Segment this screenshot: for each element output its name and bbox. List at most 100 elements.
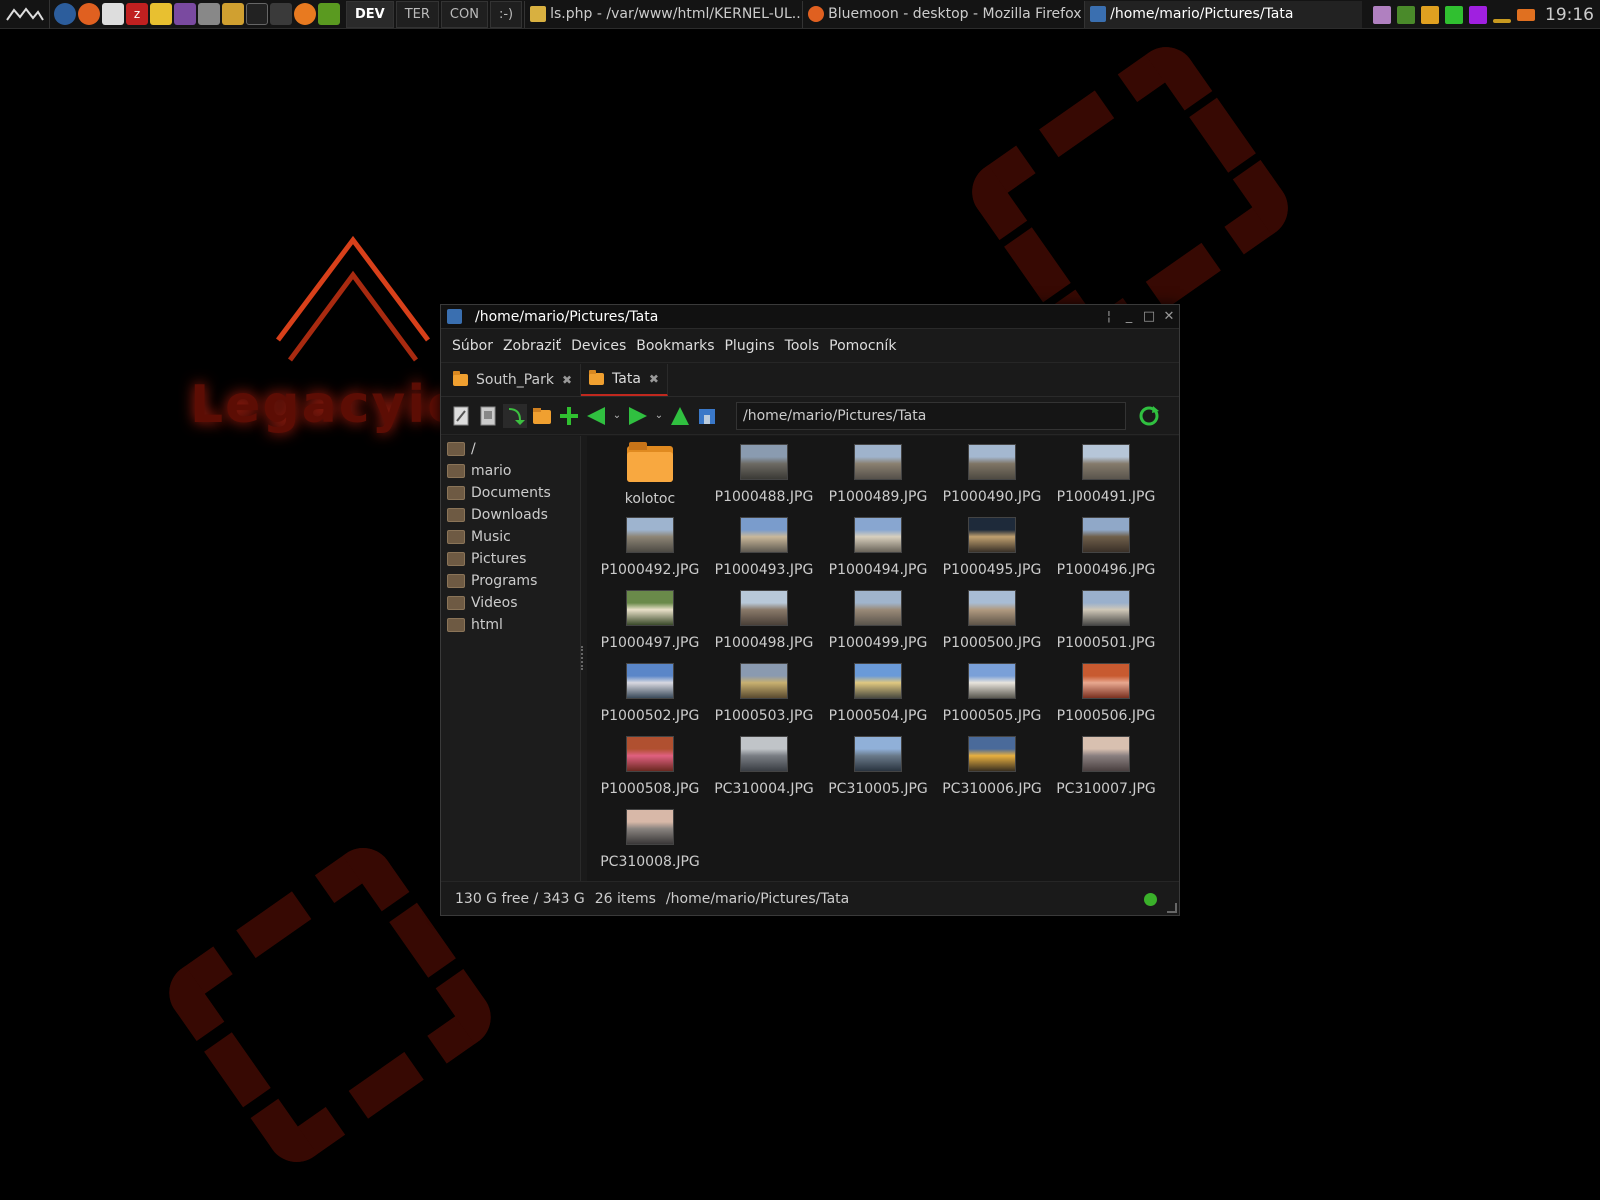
file-manager-window: /home/mario/Pictures/Tata ¦ _ □ ✕ Súbor Z… bbox=[440, 304, 1180, 916]
pane-splitter[interactable] bbox=[581, 646, 584, 670]
go-parent-button[interactable] bbox=[503, 403, 527, 428]
sidebar-item[interactable]: mario bbox=[441, 460, 580, 482]
close-icon[interactable]: ✕ bbox=[1159, 307, 1179, 327]
image-file-item[interactable]: PC310004.JPG bbox=[707, 732, 821, 805]
tab-close-icon[interactable]: ✖ bbox=[562, 373, 572, 387]
app-menu-button[interactable] bbox=[0, 0, 50, 29]
image-file-item[interactable]: P1000493.JPG bbox=[707, 513, 821, 586]
image-file-item[interactable]: P1000497.JPG bbox=[593, 586, 707, 659]
image-file-item[interactable]: P1000488.JPG bbox=[707, 440, 821, 513]
image-viewer-icon[interactable] bbox=[174, 3, 196, 25]
task-file-manager[interactable]: /home/mario/Pictures/Tata bbox=[1084, 0, 1363, 28]
menu-item[interactable]: Tools bbox=[780, 338, 825, 354]
menu-item[interactable]: Zobraziť bbox=[498, 338, 566, 354]
image-thumbnail bbox=[968, 590, 1016, 626]
task-firefox[interactable]: Bluemoon - desktop - Mozilla Firefox bbox=[802, 0, 1082, 28]
x-tool-icon[interactable] bbox=[1421, 5, 1439, 24]
sidebar-item[interactable]: Pictures bbox=[441, 548, 580, 570]
refresh-button[interactable] bbox=[1137, 404, 1161, 428]
image-file-item[interactable]: P1000492.JPG bbox=[593, 513, 707, 586]
file-name: P1000490.JPG bbox=[942, 489, 1042, 505]
image-file-item[interactable]: P1000504.JPG bbox=[821, 659, 935, 732]
up-button[interactable] bbox=[668, 404, 692, 428]
image-file-item[interactable]: P1000505.JPG bbox=[935, 659, 1049, 732]
image-file-item[interactable]: P1000503.JPG bbox=[707, 659, 821, 732]
menu-item[interactable]: Devices bbox=[566, 338, 631, 354]
back-history-dropdown[interactable]: ⌄ bbox=[611, 410, 623, 421]
menu-item[interactable]: Bookmarks bbox=[631, 338, 719, 354]
home-button[interactable] bbox=[695, 404, 719, 428]
open-file-button[interactable] bbox=[449, 404, 473, 428]
maximize-icon[interactable]: □ bbox=[1139, 307, 1159, 327]
menu-item[interactable]: Súbor bbox=[447, 338, 498, 354]
desktop-button-con[interactable]: CON bbox=[440, 0, 488, 28]
desktop-button-smiley[interactable]: :-) bbox=[489, 0, 523, 28]
home-icon bbox=[699, 408, 715, 424]
folder-item[interactable]: kolotoc bbox=[593, 440, 707, 513]
network-icon[interactable] bbox=[54, 3, 76, 25]
tab-south-park[interactable]: South_Park ✖ bbox=[445, 364, 582, 396]
image-file-item[interactable]: P1000508.JPG bbox=[593, 732, 707, 805]
tab-tata[interactable]: Tata ✖ bbox=[581, 364, 668, 396]
gimp-icon[interactable] bbox=[198, 3, 220, 25]
image-file-item[interactable]: PC310008.JPG bbox=[593, 805, 707, 878]
v-icon[interactable] bbox=[1397, 5, 1415, 24]
desktop-button-ter[interactable]: TER bbox=[395, 0, 439, 28]
filezilla-icon[interactable]: z bbox=[126, 3, 148, 25]
resize-grip[interactable] bbox=[1167, 903, 1177, 913]
image-file-item[interactable]: PC310007.JPG bbox=[1049, 732, 1163, 805]
forward-button[interactable] bbox=[626, 404, 650, 428]
add-button[interactable] bbox=[557, 404, 581, 428]
image-file-item[interactable]: P1000494.JPG bbox=[821, 513, 935, 586]
sidebar-item[interactable]: / bbox=[441, 438, 580, 460]
pidgin-icon[interactable] bbox=[150, 3, 172, 25]
window-title: /home/mario/Pictures/Tata bbox=[475, 308, 659, 325]
properties-button[interactable] bbox=[476, 404, 500, 428]
menu-item[interactable]: Pomocník bbox=[824, 338, 901, 354]
toolbar: ⌄ ⌄ bbox=[441, 397, 1179, 435]
new-folder-button[interactable] bbox=[530, 404, 554, 428]
menu-item[interactable]: Plugins bbox=[719, 338, 779, 354]
file-name: PC310007.JPG bbox=[1056, 781, 1156, 797]
sidebar-item[interactable]: Documents bbox=[441, 482, 580, 504]
image-file-item[interactable]: P1000491.JPG bbox=[1049, 440, 1163, 513]
image-file-item[interactable]: P1000490.JPG bbox=[935, 440, 1049, 513]
task-editor[interactable]: ls.php - /var/www/html/KERNEL-UL... bbox=[524, 0, 800, 28]
sidebar-item[interactable]: Programs bbox=[441, 570, 580, 592]
ghost-icon[interactable] bbox=[1373, 5, 1391, 24]
window-titlebar[interactable]: /home/mario/Pictures/Tata ¦ _ □ ✕ bbox=[441, 305, 1179, 329]
image-file-item[interactable]: P1000502.JPG bbox=[593, 659, 707, 732]
image-file-item[interactable]: P1000500.JPG bbox=[935, 586, 1049, 659]
nvidia-icon[interactable] bbox=[318, 3, 340, 25]
sidebar-item[interactable]: Music bbox=[441, 526, 580, 548]
menu-bar: Súbor Zobraziť Devices Bookmarks Plugins Tool… bbox=[441, 329, 1179, 363]
sidebar-item[interactable]: html bbox=[441, 614, 580, 636]
image-file-item[interactable]: PC310005.JPG bbox=[821, 732, 935, 805]
image-file-item[interactable]: P1000506.JPG bbox=[1049, 659, 1163, 732]
image-file-item[interactable]: P1000501.JPG bbox=[1049, 586, 1163, 659]
minimize-icon[interactable]: _ bbox=[1119, 307, 1139, 327]
image-file-item[interactable]: P1000498.JPG bbox=[707, 586, 821, 659]
sidebar-item[interactable]: Downloads bbox=[441, 504, 580, 526]
address-bar[interactable] bbox=[736, 401, 1126, 430]
sidebar-item[interactable]: Videos bbox=[441, 592, 580, 614]
image-file-item[interactable]: P1000496.JPG bbox=[1049, 513, 1163, 586]
image-file-item[interactable]: P1000495.JPG bbox=[935, 513, 1049, 586]
image-file-item[interactable]: PC310006.JPG bbox=[935, 732, 1049, 805]
forward-history-dropdown[interactable]: ⌄ bbox=[653, 410, 665, 421]
mail-icon[interactable] bbox=[1517, 8, 1535, 21]
image-file-item[interactable]: P1000489.JPG bbox=[821, 440, 935, 513]
inkscape-icon[interactable] bbox=[246, 3, 268, 25]
tools-icon[interactable] bbox=[222, 3, 244, 25]
tab-close-icon[interactable]: ✖ bbox=[649, 372, 659, 386]
blender-icon[interactable] bbox=[294, 3, 316, 25]
sticky-icon[interactable]: ¦ bbox=[1099, 307, 1119, 327]
image-file-item[interactable]: P1000499.JPG bbox=[821, 586, 935, 659]
file-name: P1000491.JPG bbox=[1056, 489, 1156, 505]
bug-icon[interactable] bbox=[270, 3, 292, 25]
back-button[interactable] bbox=[584, 404, 608, 428]
folder-icon bbox=[589, 370, 605, 385]
terminal-icon[interactable] bbox=[102, 3, 124, 25]
desktop-button-dev[interactable]: DEV bbox=[346, 0, 394, 28]
firefox-icon[interactable] bbox=[78, 3, 100, 25]
